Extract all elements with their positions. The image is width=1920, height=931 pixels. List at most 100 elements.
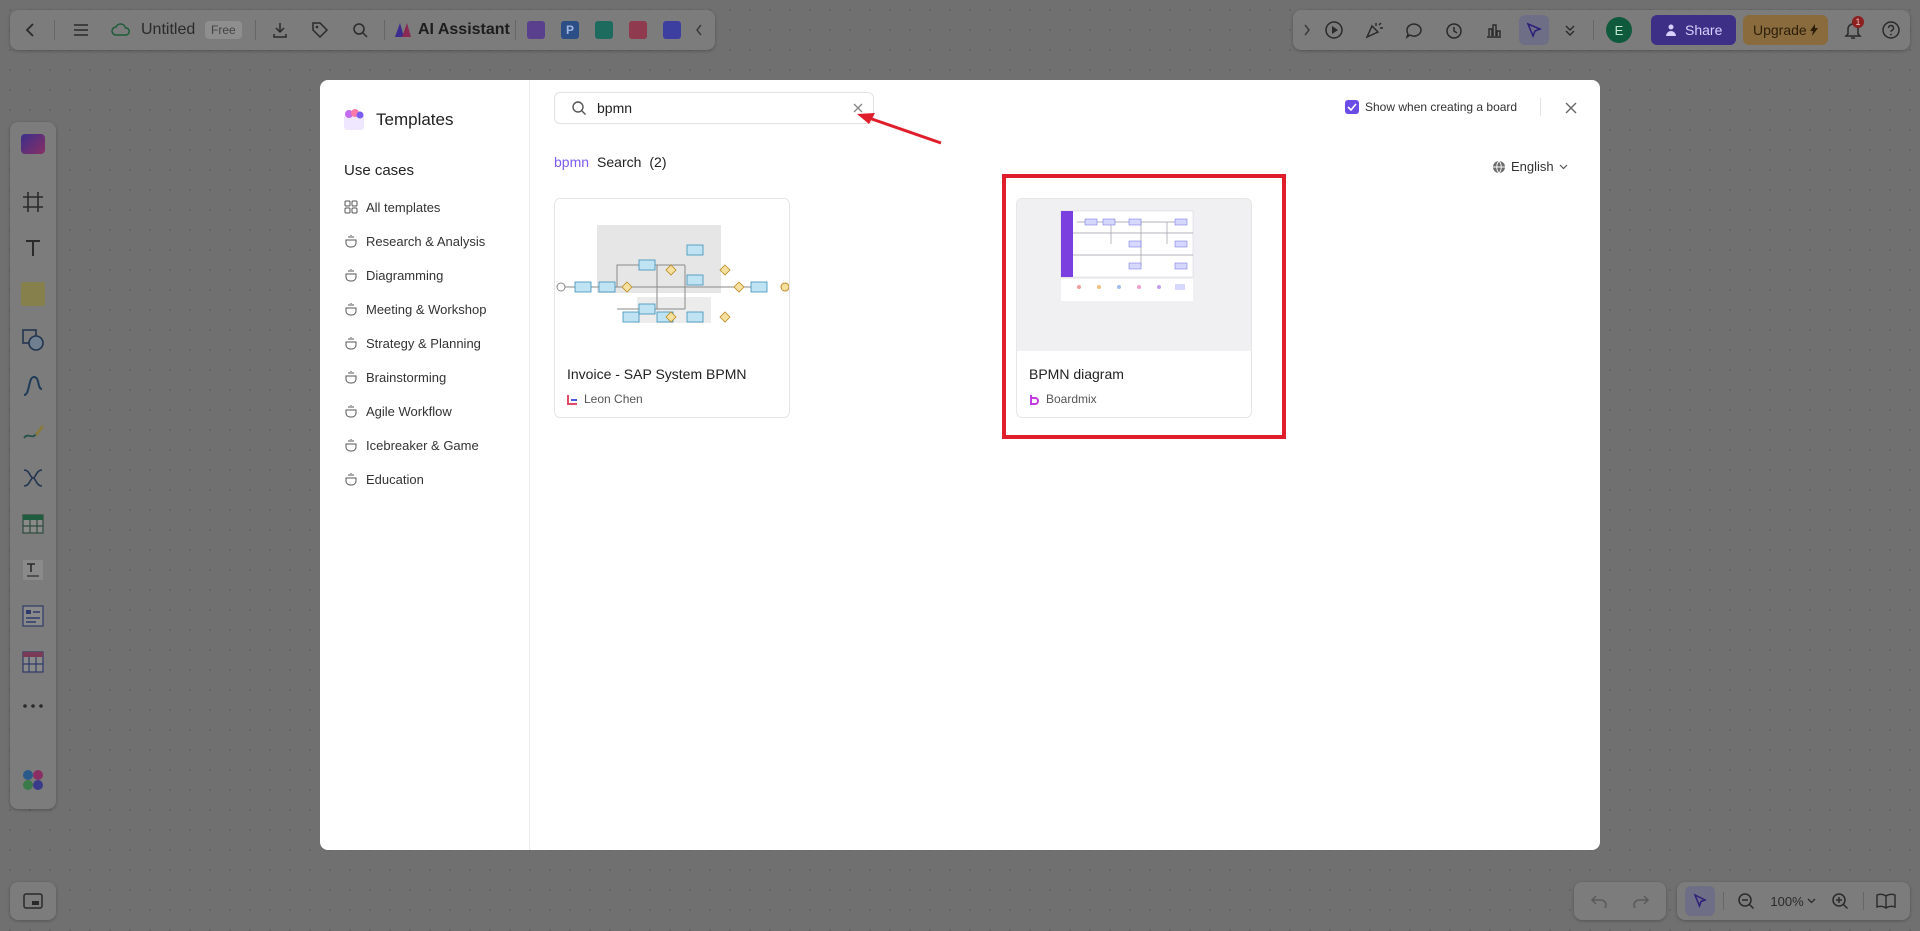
- grid-icon: [344, 200, 358, 214]
- category-icon: [344, 404, 358, 418]
- category-icon: [344, 336, 358, 350]
- search-input[interactable]: [597, 100, 853, 116]
- checkbox-checked[interactable]: [1345, 100, 1359, 114]
- connector-tool-icon[interactable]: [17, 370, 49, 402]
- ai-logo-icon: [394, 22, 412, 38]
- mindmap-tool-icon[interactable]: [17, 462, 49, 494]
- divider: [1863, 892, 1864, 910]
- zoom-in-icon[interactable]: [1825, 882, 1855, 920]
- sticky-note-icon[interactable]: [17, 278, 49, 310]
- help-icon[interactable]: [1876, 10, 1906, 50]
- category-label: Research & Analysis: [366, 233, 486, 249]
- mindmap-icon[interactable]: [625, 10, 651, 50]
- undo-icon[interactable]: [1584, 882, 1614, 920]
- templates-modal: Templates Use cases All templates Researc…: [320, 80, 1600, 850]
- globe-icon: [1492, 160, 1506, 174]
- category-item[interactable]: Meeting & Workshop: [344, 292, 486, 326]
- download-icon[interactable]: [268, 10, 292, 50]
- frame-tool-icon[interactable]: [17, 186, 49, 218]
- annotation-arrow: [855, 110, 945, 151]
- template-name: Invoice - SAP System BPMN: [567, 366, 747, 382]
- avatar[interactable]: E: [1606, 10, 1632, 50]
- zoom-level-select[interactable]: 100%: [1765, 882, 1821, 920]
- tag-icon[interactable]: [308, 10, 332, 50]
- use-cases-heading: Use cases: [344, 162, 415, 179]
- table-tool-icon[interactable]: [17, 508, 49, 540]
- template-thumbnail: [555, 199, 789, 351]
- template-card[interactable]: Invoice - SAP System BPMN Leon Chen: [554, 198, 790, 418]
- category-item[interactable]: All templates: [344, 190, 486, 224]
- category-item[interactable]: Brainstorming: [344, 360, 486, 394]
- shape-tool-icon[interactable]: [17, 324, 49, 356]
- redo-icon[interactable]: [1626, 882, 1656, 920]
- minimap-toggle[interactable]: [10, 882, 56, 920]
- category-item[interactable]: Diagramming: [344, 258, 486, 292]
- close-button[interactable]: [1560, 97, 1582, 119]
- left-tool-rail: [10, 122, 56, 809]
- select-mode-icon[interactable]: [1685, 886, 1715, 916]
- divider: [1723, 892, 1724, 910]
- book-icon[interactable]: [1871, 882, 1901, 920]
- pen-tool-icon[interactable]: [17, 416, 49, 448]
- category-icon: [344, 472, 358, 486]
- text-box-icon[interactable]: [17, 554, 49, 586]
- cloud-sync-icon: [110, 10, 132, 50]
- user-plus-icon: [1665, 23, 1679, 37]
- expand-icon[interactable]: [1299, 10, 1315, 50]
- divider: [515, 20, 516, 40]
- menu-icon[interactable]: [68, 10, 94, 50]
- results-count: (2): [649, 154, 667, 170]
- doc-title[interactable]: Untitled: [141, 10, 195, 50]
- collapse-icon[interactable]: [691, 10, 707, 50]
- zoom-out-icon[interactable]: [1731, 882, 1761, 920]
- category-item[interactable]: Icebreaker & Game: [344, 428, 486, 462]
- category-item[interactable]: Strategy & Planning: [344, 326, 486, 360]
- ai-assistant-button[interactable]: AI Assistant: [394, 10, 510, 50]
- apps-icon[interactable]: [17, 764, 49, 796]
- more-chevron-icon[interactable]: [1557, 10, 1583, 50]
- celebrate-icon[interactable]: [1359, 10, 1389, 50]
- modal-title: Templates: [376, 110, 454, 129]
- category-item[interactable]: Research & Analysis: [344, 224, 486, 258]
- vote-icon[interactable]: [1479, 10, 1509, 50]
- templates-main: Show when creating a board bpmn Search (…: [530, 80, 1600, 850]
- search-box[interactable]: [554, 92, 874, 124]
- play-icon[interactable]: [1319, 10, 1349, 50]
- category-list: All templates Research & Analysis Diagramm…: [344, 190, 486, 496]
- category-label: Diagramming: [366, 267, 444, 283]
- back-icon[interactable]: [18, 10, 44, 50]
- language-select[interactable]: English: [1492, 159, 1568, 174]
- templates-tool-icon[interactable]: [17, 128, 49, 160]
- notification-bell-icon[interactable]: 1: [1838, 10, 1868, 50]
- category-label: Strategy & Planning: [366, 335, 481, 351]
- timer-icon[interactable]: [1439, 10, 1469, 50]
- category-icon: [344, 438, 358, 452]
- show-when-creating-toggle[interactable]: Show when creating a board: [1345, 100, 1517, 114]
- category-item[interactable]: Agile Workflow: [344, 394, 486, 428]
- flowchart-icon[interactable]: [591, 10, 617, 50]
- share-button[interactable]: Share: [1651, 10, 1737, 50]
- chat-app-icon[interactable]: [659, 10, 685, 50]
- top-left-toolbar: Untitled Free AI Assistant P: [10, 10, 715, 50]
- divider: [1540, 98, 1541, 116]
- results-label: Search: [597, 154, 642, 170]
- presentation-icon[interactable]: P: [557, 10, 583, 50]
- minimap-icon: [23, 893, 43, 909]
- results-header: bpmn Search (2): [554, 154, 667, 170]
- template-author: Leon Chen: [567, 392, 643, 406]
- modal-header: Templates: [342, 108, 453, 132]
- category-item[interactable]: Education: [344, 462, 486, 496]
- text-tool-icon[interactable]: [17, 232, 49, 264]
- divider: [1593, 20, 1594, 40]
- more-tools-icon[interactable]: [17, 690, 49, 722]
- search-icon[interactable]: [348, 10, 372, 50]
- divider: [54, 20, 55, 40]
- comment-icon[interactable]: [1399, 10, 1429, 50]
- kanban-icon[interactable]: [17, 600, 49, 632]
- grid-table-icon[interactable]: [17, 646, 49, 678]
- upgrade-button[interactable]: Upgrade: [1743, 10, 1828, 50]
- image-gen-icon[interactable]: [523, 10, 549, 50]
- category-icon: [344, 268, 358, 282]
- top-right-toolbar: E Share Upgrade 1: [1293, 10, 1910, 50]
- follow-cursor-icon[interactable]: [1519, 15, 1549, 45]
